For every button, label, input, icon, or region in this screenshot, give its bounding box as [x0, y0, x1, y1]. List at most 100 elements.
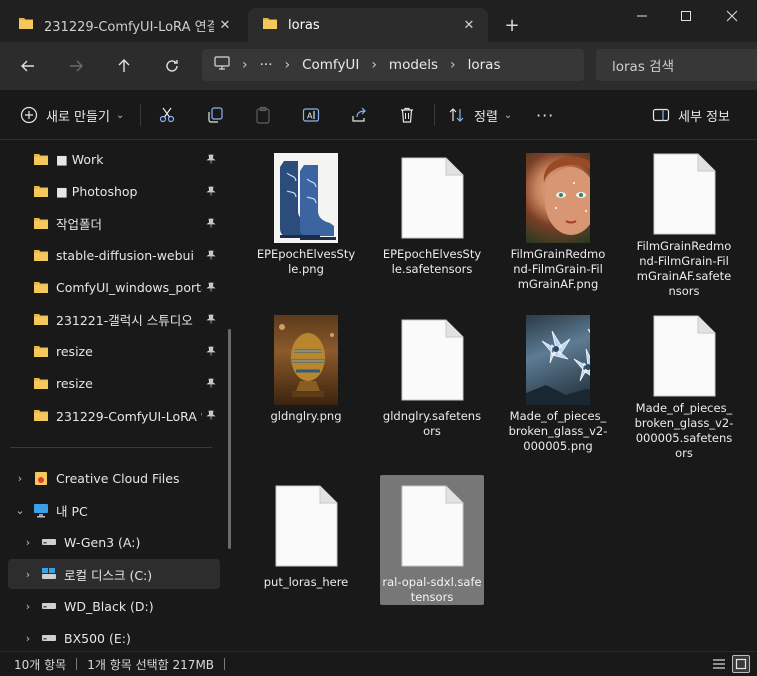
- folder-icon: [30, 345, 52, 358]
- status-divider: [224, 658, 226, 670]
- sidebar-item-label: W-Gen3 (A:): [64, 534, 141, 550]
- new-button[interactable]: 새로 만들기 ⌄: [20, 102, 124, 128]
- pin-icon: [202, 410, 220, 420]
- sidebar-item-label: 로컬 디스크 (C:): [64, 567, 153, 583]
- folder-icon: [30, 313, 52, 326]
- breadcrumb-item[interactable]: loras: [468, 57, 501, 73]
- folder-icon: [30, 185, 52, 198]
- sidebar-item-drive-c[interactable]: › 로컬 디스크 (C:): [8, 559, 220, 589]
- file-item[interactable]: Made_of_pieces_broken_glass_v2-000005.pn…: [506, 309, 610, 453]
- sidebar-item-galaxy-studio[interactable]: 231221-갤럭시 스튜디오: [8, 304, 220, 334]
- sidebar-item-drive-d[interactable]: › WD_Black (D:): [8, 591, 220, 621]
- chevron-right-icon: ›: [450, 57, 456, 73]
- file-item-selected[interactable]: ral-opal-sdxl.safetensors: [380, 475, 484, 605]
- arrow-left-icon: [21, 60, 34, 72]
- more-options-button[interactable]: ···: [536, 102, 554, 128]
- delete-button[interactable]: [393, 102, 421, 128]
- pin-icon: [202, 282, 220, 292]
- sidebar-item-comfyui-portable[interactable]: ComfyUI_windows_portable: [8, 272, 220, 302]
- breadcrumb-more[interactable]: ···: [260, 57, 273, 73]
- sidebar-scrollbar[interactable]: [228, 329, 231, 549]
- drive-icon: [38, 633, 60, 643]
- arrow-up-icon: [118, 59, 130, 72]
- new-tab-button[interactable]: +: [500, 13, 524, 37]
- image-thumbnail: [274, 315, 338, 405]
- details-pane-icon: [652, 108, 670, 122]
- sidebar-item-label: 231221-갤럭시 스튜디오: [56, 312, 193, 328]
- sidebar-divider: [10, 447, 212, 448]
- sidebar-item-drive-a[interactable]: › W-Gen3 (A:): [8, 527, 220, 557]
- file-name: gldnglry.png: [270, 409, 342, 423]
- chevron-down-icon[interactable]: ⌄: [10, 504, 30, 517]
- document-icon: [652, 315, 716, 397]
- share-button[interactable]: [345, 102, 373, 128]
- file-name: gldnglry.safetensors: [382, 409, 482, 438]
- paste-button[interactable]: [249, 102, 277, 128]
- breadcrumb[interactable]: › ··· › ComfyUI › models › loras: [202, 49, 584, 81]
- sidebar-item-work[interactable]: ■ Work: [8, 144, 220, 174]
- svg-text:A: A: [307, 112, 313, 121]
- rename-icon: A: [302, 108, 320, 122]
- up-button[interactable]: [110, 52, 138, 80]
- toolbar-divider: [140, 104, 141, 126]
- tab-231229-comfyui-lora[interactable]: 231229-ComfyUI-LoRA 연결 ✕: [4, 8, 244, 42]
- file-item[interactable]: EPEpochElvesStyle.safetensors: [380, 147, 484, 277]
- tab-loras[interactable]: loras ✕: [248, 8, 488, 42]
- folder-icon: [30, 217, 52, 230]
- file-item[interactable]: gldnglry.safetensors: [380, 309, 484, 439]
- file-item[interactable]: Made_of_pieces_broken_glass_v2-000005.sa…: [632, 309, 736, 460]
- trash-icon: [401, 107, 413, 123]
- search-input[interactable]: loras 검색: [596, 49, 757, 81]
- status-divider: [76, 658, 78, 670]
- sidebar-item-label: stable-diffusion-webui: [56, 247, 194, 263]
- sidebar-item-work-folder[interactable]: 작업폴더: [8, 208, 220, 238]
- sidebar-item-drive-e[interactable]: › BX500 (E:): [8, 623, 220, 651]
- folder-icon: [30, 409, 52, 422]
- file-item[interactable]: FilmGrainRedmond-FilmGrain-FilmGrainAF.p…: [506, 147, 610, 291]
- sidebar-item-stable-diffusion-webui[interactable]: stable-diffusion-webui: [8, 240, 220, 270]
- close-window-button[interactable]: [710, 0, 754, 32]
- sidebar-item-resize[interactable]: resize: [8, 336, 220, 366]
- chevron-right-icon[interactable]: ›: [18, 632, 38, 645]
- chevron-right-icon[interactable]: ›: [10, 472, 30, 485]
- copy-button[interactable]: [201, 102, 229, 128]
- maximize-button[interactable]: [664, 0, 708, 32]
- forward-button[interactable]: [62, 52, 90, 80]
- sidebar-item-resize-2[interactable]: resize: [8, 368, 220, 398]
- pin-icon: [202, 250, 220, 260]
- large-icons-view-button[interactable]: [732, 655, 750, 673]
- file-name: FilmGrainRedmond-FilmGrain-FilmGrainAF.p…: [510, 247, 606, 291]
- breadcrumb-item[interactable]: ComfyUI: [302, 57, 359, 73]
- minimize-button[interactable]: [620, 0, 664, 32]
- pin-icon: [202, 186, 220, 196]
- copy-icon: [208, 107, 223, 123]
- chevron-right-icon: ›: [242, 57, 248, 73]
- file-item[interactable]: gldnglry.png: [254, 309, 358, 439]
- refresh-button[interactable]: [158, 52, 186, 80]
- breadcrumb-item[interactable]: models: [389, 57, 438, 73]
- drive-icon: [38, 601, 60, 611]
- chevron-right-icon[interactable]: ›: [18, 536, 38, 549]
- back-button[interactable]: [14, 52, 42, 80]
- file-item[interactable]: EPEpochElvesStyle.png: [254, 147, 358, 277]
- file-name: FilmGrainRedmond-FilmGrain-FilmGrainAF.s…: [636, 239, 732, 298]
- chevron-right-icon[interactable]: ›: [18, 568, 38, 581]
- sidebar-item-this-pc[interactable]: ⌄ 내 PC: [8, 495, 220, 525]
- details-view-button[interactable]: [710, 655, 728, 673]
- close-tab-icon[interactable]: ✕: [458, 14, 480, 36]
- pc-icon: [214, 56, 230, 74]
- sidebar-item-comfyui-lora[interactable]: 231229-ComfyUI-LoRA 연결: [8, 400, 220, 430]
- sort-button[interactable]: 정렬 ⌄: [448, 102, 512, 128]
- rename-button[interactable]: A: [297, 102, 325, 128]
- file-item[interactable]: put_loras_here: [254, 475, 358, 605]
- folder-icon: [262, 16, 278, 34]
- details-pane-button[interactable]: 세부 정보: [652, 102, 730, 128]
- chevron-right-icon[interactable]: ›: [18, 600, 38, 613]
- close-tab-icon[interactable]: ✕: [214, 14, 236, 36]
- file-item[interactable]: FilmGrainRedmond-FilmGrain-FilmGrainAF.s…: [632, 147, 736, 298]
- sidebar-item-creative-cloud[interactable]: › Creative Cloud Files: [8, 463, 220, 493]
- cut-button[interactable]: [153, 102, 181, 128]
- address-bar: › ··· › ComfyUI › models › loras loras 검…: [0, 42, 757, 90]
- sidebar-item-photoshop[interactable]: ■ Photoshop: [8, 176, 220, 206]
- pin-icon: [202, 154, 220, 164]
